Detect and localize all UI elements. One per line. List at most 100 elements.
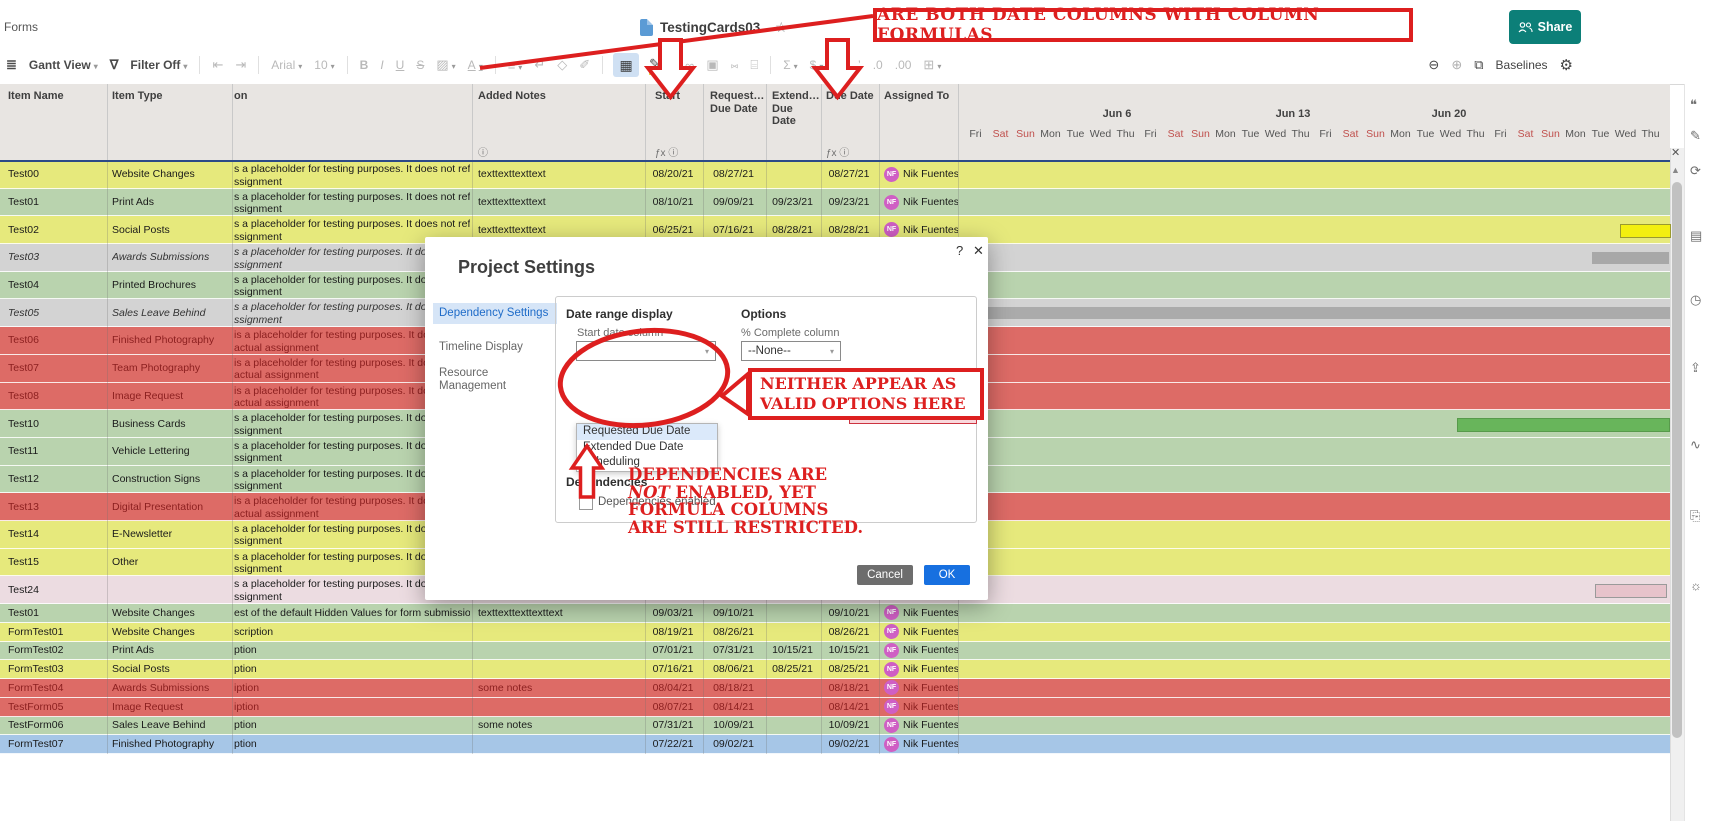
- gantt-close-icon[interactable]: ✕: [1671, 146, 1680, 159]
- fill-color-icon[interactable]: ▨▾: [436, 57, 455, 73]
- item-name-cell[interactable]: Test12: [8, 466, 103, 493]
- requested-due-date-cell[interactable]: 08/06/21: [703, 660, 764, 678]
- view-selector[interactable]: Gantt View▾: [29, 58, 98, 72]
- added-notes-cell[interactable]: texttexttexttext: [478, 161, 638, 188]
- due-date-cell[interactable]: 08/14/21: [821, 698, 877, 716]
- dependencies-enabled-checkbox[interactable]: [579, 496, 593, 510]
- column-header[interactable]: on: [234, 90, 247, 103]
- item-name-cell[interactable]: Test14: [8, 521, 103, 548]
- start-date-cell[interactable]: 07/16/21: [645, 660, 701, 678]
- start-date-dropdown-list[interactable]: Requested Due DateExtended Due DateSched…: [576, 423, 718, 472]
- item-type-cell[interactable]: Printed Brochures: [112, 272, 228, 299]
- item-type-cell[interactable]: Sales Leave Behind: [112, 717, 228, 735]
- refresh-icon[interactable]: ⟳: [1690, 163, 1701, 179]
- table-row[interactable]: Test00Website Changess a placeholder for…: [0, 161, 1670, 189]
- table-row[interactable]: FormTest04Awards Submissionsiptionsome n…: [0, 679, 1670, 698]
- item-name-cell[interactable]: TestForm05: [8, 698, 103, 716]
- eraser-icon[interactable]: ◇: [557, 57, 567, 73]
- due-date-cell[interactable]: 08/27/21: [821, 161, 877, 188]
- assigned-to-cell[interactable]: NFNik Fuentes: [884, 604, 958, 622]
- dropdown-option[interactable]: Requested Due Date: [577, 424, 717, 440]
- baselines-icon[interactable]: ⧉: [1474, 57, 1483, 73]
- added-notes-cell[interactable]: [478, 642, 638, 660]
- table-row[interactable]: FormTest02Print Adsption07/01/2107/31/21…: [0, 642, 1670, 661]
- baselines-label[interactable]: Baselines: [1496, 58, 1548, 72]
- settings-nav-timeline-display[interactable]: Timeline Display: [433, 337, 557, 358]
- due-date-cell[interactable]: 08/18/21: [821, 679, 877, 697]
- column-header[interactable]: Start: [655, 90, 680, 103]
- date-format-button[interactable]: ⊞▾: [923, 57, 941, 73]
- item-name-cell[interactable]: FormTest04: [8, 679, 103, 697]
- due-date-cell[interactable]: 08/26/21: [821, 623, 877, 641]
- item-name-cell[interactable]: Test04: [8, 272, 103, 299]
- assigned-to-cell[interactable]: NFNik Fuentes: [884, 717, 958, 735]
- italic-button[interactable]: I: [380, 58, 383, 72]
- upload-icon[interactable]: ⇪: [1690, 360, 1701, 376]
- indent-icon[interactable]: ⇥: [235, 57, 246, 73]
- percent-button[interactable]: %: [835, 58, 846, 72]
- description-cell[interactable]: s a placeholder for testing purposes. It…: [234, 161, 470, 188]
- gantt-view-icon[interactable]: ≣: [6, 57, 17, 73]
- requested-due-date-cell[interactable]: 09/10/21: [703, 604, 764, 622]
- extended-due-date-cell[interactable]: 09/23/21: [766, 189, 819, 216]
- extended-due-date-cell[interactable]: [766, 735, 819, 753]
- assigned-to-cell[interactable]: NFNik Fuentes: [884, 189, 958, 216]
- column-header[interactable]: Added Notes: [478, 90, 546, 103]
- gantt-bar[interactable]: [1620, 224, 1671, 238]
- item-type-cell[interactable]: Awards Submissions: [112, 679, 228, 697]
- description-cell[interactable]: est of the default Hidden Values for for…: [234, 604, 470, 622]
- requested-due-date-cell[interactable]: 10/09/21: [703, 717, 764, 735]
- item-name-cell[interactable]: Test05: [8, 299, 103, 326]
- zoom-out-icon[interactable]: ⊖: [1428, 57, 1439, 73]
- start-date-cell[interactable]: 08/20/21: [645, 161, 701, 188]
- table-row[interactable]: FormTest03Social Postsption07/16/2108/06…: [0, 660, 1670, 679]
- item-type-cell[interactable]: Digital Presentation: [112, 493, 228, 520]
- extended-due-date-cell[interactable]: [766, 604, 819, 622]
- dropdown-option[interactable]: Extended Due Date: [577, 440, 717, 456]
- added-notes-cell[interactable]: some notes: [478, 679, 638, 697]
- assigned-to-cell[interactable]: NFNik Fuentes: [884, 161, 958, 188]
- description-cell[interactable]: ption: [234, 735, 470, 753]
- item-type-cell[interactable]: Sales Leave Behind: [112, 299, 228, 326]
- added-notes-cell[interactable]: texttexttexttext: [478, 189, 638, 216]
- decrease-decimal-button[interactable]: .0: [873, 58, 883, 72]
- font-size-select[interactable]: 10▾: [314, 58, 334, 72]
- item-type-cell[interactable]: Social Posts: [112, 216, 228, 243]
- item-type-cell[interactable]: Awards Submissions: [112, 244, 228, 271]
- requested-due-date-cell[interactable]: 09/02/21: [703, 735, 764, 753]
- item-type-cell[interactable]: Other: [112, 549, 228, 576]
- grid-view-toggle[interactable]: ▦: [613, 53, 639, 77]
- item-name-cell[interactable]: Test15: [8, 549, 103, 576]
- extended-due-date-cell[interactable]: [766, 679, 819, 697]
- item-name-cell[interactable]: FormTest02: [8, 642, 103, 660]
- extended-due-date-cell[interactable]: 08/25/21: [766, 660, 819, 678]
- edit-icon[interactable]: ✎: [1690, 128, 1701, 144]
- image-icon[interactable]: ▣: [706, 57, 718, 73]
- dropdown-option[interactable]: Scheduling: [577, 455, 717, 471]
- due-date-cell[interactable]: 09/10/21: [821, 604, 877, 622]
- item-name-cell[interactable]: TestForm06: [8, 717, 103, 735]
- cancel-button[interactable]: Cancel: [857, 565, 913, 585]
- currency-button[interactable]: $▾: [810, 58, 824, 72]
- scroll-up-arrow[interactable]: ▲: [1671, 165, 1680, 175]
- description-cell[interactable]: iption: [234, 698, 470, 716]
- item-name-cell[interactable]: Test00: [8, 161, 103, 188]
- start-date-cell[interactable]: 07/22/21: [645, 735, 701, 753]
- assigned-to-cell[interactable]: NFNik Fuentes: [884, 642, 958, 660]
- start-date-cell[interactable]: 08/07/21: [645, 698, 701, 716]
- item-name-cell[interactable]: Test02: [8, 216, 103, 243]
- item-name-cell[interactable]: Test03: [8, 244, 103, 271]
- description-cell[interactable]: ption: [234, 717, 470, 735]
- start-date-cell[interactable]: 08/10/21: [645, 189, 701, 216]
- added-notes-cell[interactable]: [478, 698, 638, 716]
- requested-due-date-cell[interactable]: 08/26/21: [703, 623, 764, 641]
- settings-gear-icon[interactable]: ⚙: [1560, 56, 1573, 74]
- item-name-cell[interactable]: Test10: [8, 410, 103, 437]
- column-header[interactable]: Item Type: [112, 90, 163, 103]
- item-type-cell[interactable]: Print Ads: [112, 189, 228, 216]
- paint-format-icon[interactable]: ✐: [579, 57, 590, 73]
- requested-due-date-cell[interactable]: 08/18/21: [703, 679, 764, 697]
- item-type-cell[interactable]: Finished Photography: [112, 327, 228, 354]
- pct-complete-select[interactable]: --None--▾: [741, 341, 841, 361]
- due-date-cell[interactable]: 08/25/21: [821, 660, 877, 678]
